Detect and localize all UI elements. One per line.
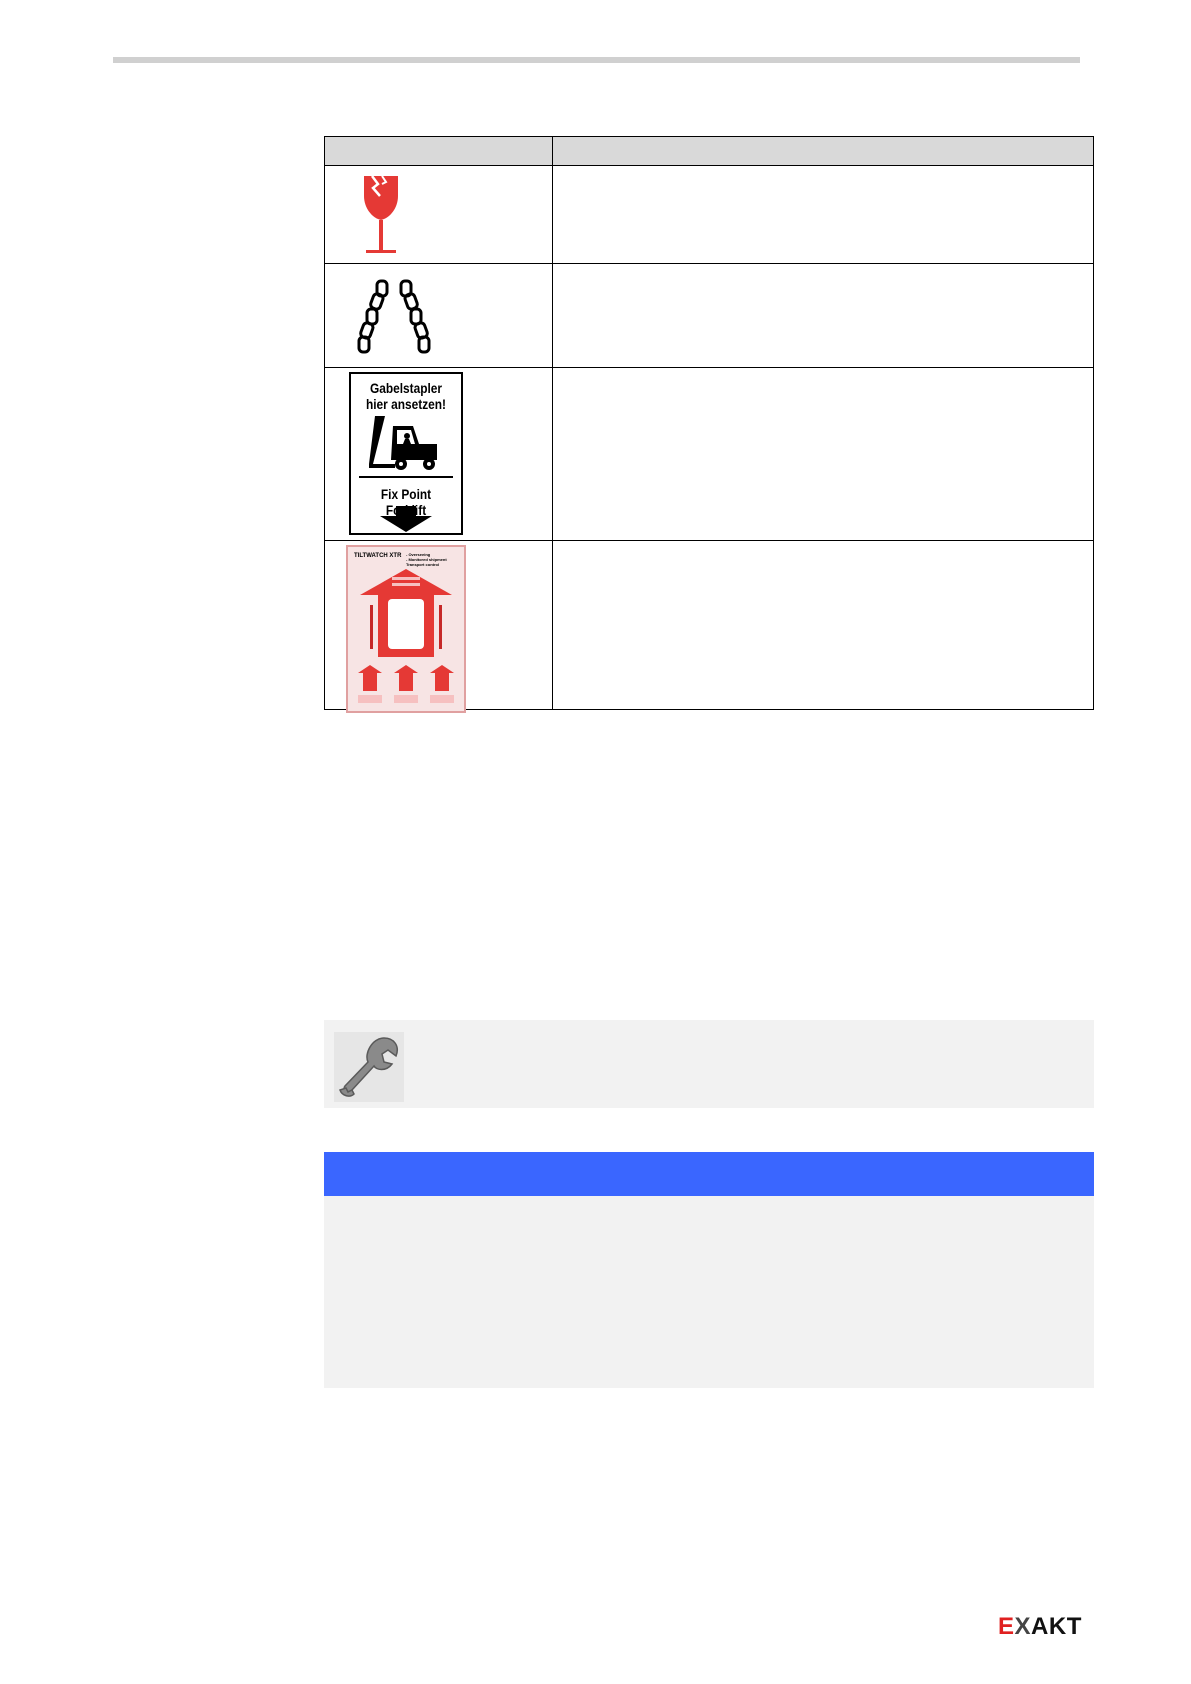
tiltwatch-indicator-icon: [358, 569, 454, 703]
logo-letter-x: X: [1014, 1613, 1032, 1640]
symbol-cell: Gabelstapler hier ansetzen! Fix Point Fo…: [324, 367, 553, 541]
header-cell-meaning: [552, 136, 1094, 166]
exakt-logo: EXAKT: [998, 1614, 1082, 1640]
symbol-table: Gabelstapler hier ansetzen! Fix Point Fo…: [324, 136, 1094, 713]
tool-note-box: [324, 1020, 1094, 1108]
wrench-icon: [334, 1032, 404, 1102]
meaning-cell: [552, 540, 1094, 710]
fragile-glass-icon: [364, 175, 398, 253]
symbol-cell: TILTWATCH XTR - Overseeing - Monitored s…: [324, 540, 553, 713]
down-arrow-icon: [380, 506, 432, 532]
meaning-cell: [552, 367, 1094, 541]
info-box: [324, 1152, 1094, 1388]
meaning-cell: [552, 263, 1094, 368]
table-row: [324, 263, 1094, 368]
symbol-cell: [324, 165, 553, 264]
logo-letter-e: E: [998, 1613, 1015, 1640]
lifting-chains-icon: [357, 279, 431, 354]
table-row: Gabelstapler hier ansetzen! Fix Point Fo…: [324, 367, 1094, 541]
info-header-bar: [324, 1152, 1094, 1196]
header-rule: [113, 57, 1080, 63]
table-header-row: [324, 136, 1094, 166]
tiltwatch-indicator-label: TILTWATCH XTR - Overseeing - Monitored s…: [346, 545, 466, 713]
table-row: [324, 165, 1094, 264]
sign-text-line2: hier ansetzen!: [365, 396, 447, 412]
sign-text-line1: Gabelstapler: [369, 380, 443, 396]
forklift-fix-point-sign: Gabelstapler hier ansetzen! Fix Point Fo…: [349, 372, 463, 535]
header-cell-symbol: [324, 136, 553, 166]
table-row: TILTWATCH XTR - Overseeing - Monitored s…: [324, 540, 1094, 713]
meaning-cell: [552, 165, 1094, 264]
logo-letters-akt: AKT: [1031, 1613, 1082, 1640]
forklift-icon: [369, 416, 437, 470]
symbol-cell: [324, 263, 553, 368]
sign-divider: [359, 476, 453, 478]
